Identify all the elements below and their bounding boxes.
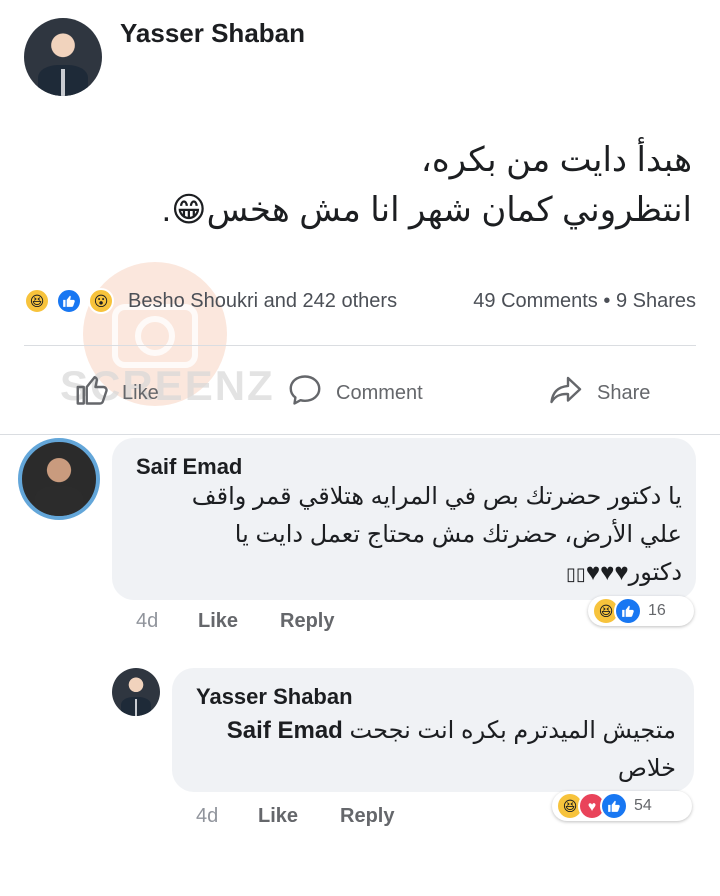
grin-emoji-icon: 😁 bbox=[171, 191, 207, 229]
post-author-avatar[interactable] bbox=[24, 18, 102, 96]
post-text-line-2: انتظروني كمان شهر انا مش هخس😁. bbox=[161, 191, 692, 229]
share-button[interactable]: Share bbox=[545, 372, 650, 414]
section-divider bbox=[0, 434, 720, 435]
comment-reply-link[interactable]: Reply bbox=[280, 610, 334, 633]
reply-author-avatar[interactable] bbox=[112, 668, 160, 716]
reply-mention[interactable]: Saif Emad bbox=[227, 717, 343, 744]
reply-like-link[interactable]: Like bbox=[258, 805, 298, 828]
comment-author-name[interactable]: Saif Emad bbox=[136, 454, 242, 480]
reaction-count: 54 bbox=[634, 797, 652, 814]
comments-count[interactable]: 49 Comments bbox=[473, 290, 598, 312]
like-reaction-icon bbox=[614, 597, 642, 625]
reaction-count: 16 bbox=[648, 602, 666, 619]
comment-text-line-2: علي الأرض، حضرتك مش محتاج تعمل دايت يا bbox=[234, 521, 682, 548]
thumbs-up-icon bbox=[74, 372, 110, 414]
wow-reaction-icon: 😮 bbox=[88, 288, 114, 314]
post-text-line-1: هبدأ دايت من بكره، bbox=[420, 141, 692, 179]
post-counts: 49 Comments • 9 Shares bbox=[473, 290, 696, 312]
reply-reactions-pill[interactable]: 😆 ♥ 54 bbox=[552, 791, 692, 821]
share-arrow-icon bbox=[545, 372, 585, 414]
comment-timestamp[interactable]: 4d bbox=[136, 610, 158, 633]
like-reaction-icon bbox=[600, 792, 628, 820]
reply-text-line-1: متجيش الميدترم بكره انت نجحت Saif Emad bbox=[226, 717, 676, 744]
haha-reaction-icon: 😆 bbox=[24, 288, 50, 314]
reactions-summary-text[interactable]: Besho Shoukri and 242 others bbox=[128, 290, 397, 313]
divider bbox=[24, 345, 696, 346]
shares-count[interactable]: 9 Shares bbox=[616, 290, 696, 312]
reply-reply-link[interactable]: Reply bbox=[340, 805, 394, 828]
comment-text-line-1: يا دكتور حضرتك بص في المرايه هتلاقي قمر … bbox=[191, 483, 682, 510]
post-author-name[interactable]: Yasser Shaban bbox=[120, 18, 305, 49]
comment-icon bbox=[286, 372, 324, 414]
like-button[interactable]: Like bbox=[74, 372, 159, 414]
comment-like-link[interactable]: Like bbox=[198, 610, 238, 633]
reply-author-name[interactable]: Yasser Shaban bbox=[196, 684, 353, 710]
missing-glyph-icon: ▯▯ bbox=[566, 564, 586, 584]
comment-text-line-3: دكتور♥♥♥▯▯ bbox=[566, 559, 682, 586]
comment-reactions-pill[interactable]: 😆 16 bbox=[588, 596, 694, 626]
reply-timestamp[interactable]: 4d bbox=[196, 805, 218, 828]
comment-author-avatar[interactable] bbox=[18, 438, 100, 520]
reply-text-line-2: خلاص bbox=[617, 755, 676, 782]
comment-button[interactable]: Comment bbox=[286, 372, 423, 414]
like-reaction-icon bbox=[56, 288, 82, 314]
